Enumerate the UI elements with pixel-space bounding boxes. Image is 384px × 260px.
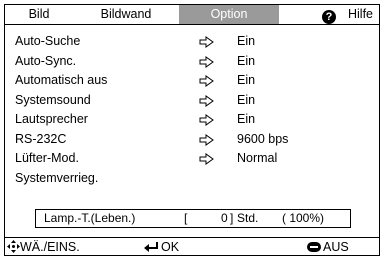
menu-item-label: Auto-Suche xyxy=(15,34,81,48)
menu-item-value: 9600 bps xyxy=(237,131,289,146)
arrow-right-icon xyxy=(199,153,214,165)
menu-item-label: Automatisch aus xyxy=(15,73,108,87)
menu-row-auto-suche[interactable]: Auto-Suche Ein xyxy=(15,32,365,52)
footer-ok-hint: OK xyxy=(143,238,179,256)
footer-exit-label: AUS xyxy=(323,240,349,254)
osd-menu-window: Bild Bildwand Option ? Hilfe Auto-Suche E… xyxy=(4,4,380,256)
menu-item-value: Normal xyxy=(237,151,278,165)
footer-ok-label: OK xyxy=(161,240,180,254)
enter-return-icon xyxy=(144,242,158,252)
tab-option[interactable]: Option xyxy=(179,5,279,24)
menu-item-value: Ein xyxy=(237,92,256,107)
tab-bildwand[interactable]: Bildwand xyxy=(73,5,179,24)
option-menu-list: Auto-Suche Ein Auto-Sync. Ein Automatisc… xyxy=(15,32,365,188)
arrow-right-icon xyxy=(199,114,214,126)
lamp-bracket-open: [ xyxy=(184,211,188,225)
arrow-right-icon xyxy=(199,55,214,68)
menu-item-value: Ein xyxy=(237,112,256,126)
return-button-icon xyxy=(307,242,321,252)
menu-row-automatisch-aus[interactable]: Automatisch aus Ein xyxy=(15,71,365,91)
menu-item-label: Systemsound xyxy=(15,92,91,107)
arrow-right-icon xyxy=(199,94,214,107)
menu-item-label: RS-232C xyxy=(15,131,67,146)
four-way-arrow-icon xyxy=(7,240,20,253)
arrow-right-icon xyxy=(199,75,214,87)
arrow-right-icon xyxy=(199,133,214,146)
menu-row-systemverrieg[interactable]: Systemverrieg. xyxy=(15,169,365,189)
menu-row-lautsprecher[interactable]: Lautsprecher Ein xyxy=(15,110,365,130)
menu-item-label: Lüfter-Mod. xyxy=(15,151,79,165)
menu-item-value: Ein xyxy=(237,73,256,87)
arrow-right-icon xyxy=(199,36,214,48)
lamp-timer-label: Lamp.-T.(Leben.) xyxy=(44,211,136,225)
help-question-icon: ? xyxy=(321,10,336,24)
menu-tab-bar: Bild Bildwand Option ? Hilfe xyxy=(5,5,379,25)
footer-select-label: WÄ./EINS. xyxy=(20,240,80,254)
menu-row-luefter-mod[interactable]: Lüfter-Mod. Normal xyxy=(15,149,365,169)
footer-select-hint: WÄ./EINS. xyxy=(7,238,80,256)
menu-item-label: Systemverrieg. xyxy=(15,170,99,185)
menu-item-value: Ein xyxy=(237,34,256,48)
tab-bild[interactable]: Bild xyxy=(5,5,73,24)
footer-help-bar: WÄ./EINS. OK AUS xyxy=(5,237,379,255)
lamp-hours-unit: Std. xyxy=(237,211,259,225)
lamp-hours-value: 0 xyxy=(221,211,228,225)
lamp-bracket-close: ] xyxy=(230,211,234,225)
menu-row-auto-sync[interactable]: Auto-Sync. Ein xyxy=(15,52,365,72)
menu-item-value: Ein xyxy=(237,53,256,68)
tab-label: Bildwand xyxy=(100,7,152,21)
lamp-life-percent: ( 100%) xyxy=(282,211,325,225)
menu-item-label: Auto-Sync. xyxy=(15,53,77,68)
menu-row-systemsound[interactable]: Systemsound Ein xyxy=(15,91,365,111)
tab-label: Option xyxy=(210,7,248,21)
menu-item-label: Lautsprecher xyxy=(15,112,88,126)
footer-exit-hint: AUS xyxy=(307,238,349,256)
menu-row-rs-232c[interactable]: RS-232C 9600 bps xyxy=(15,130,365,150)
tab-hilfe[interactable]: ? Hilfe xyxy=(279,5,379,24)
tab-label: Hilfe xyxy=(347,7,373,21)
lamp-timer-box: Lamp.-T.(Leben.) [ 0 ] Std. ( 100%) xyxy=(35,209,351,228)
tab-label: Bild xyxy=(28,7,50,21)
